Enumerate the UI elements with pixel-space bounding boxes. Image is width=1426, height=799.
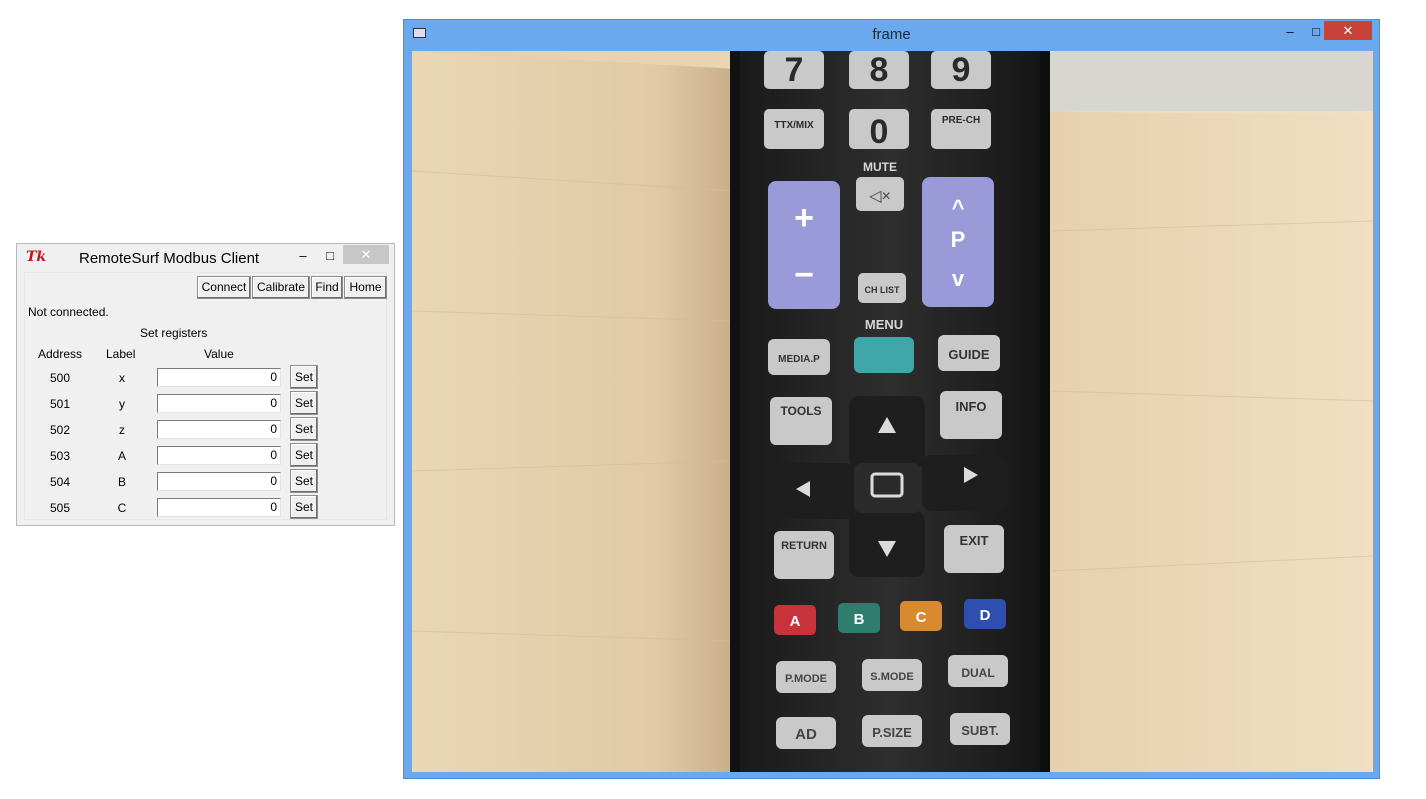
set-button[interactable]: Set (290, 443, 318, 467)
svg-text:^: ^ (952, 195, 965, 220)
register-value-input[interactable]: 0 (157, 368, 281, 387)
minimize-button[interactable]: – (293, 246, 313, 266)
value-header: Value (204, 347, 234, 361)
key-7: 7 (785, 51, 804, 89)
register-label: B (117, 475, 126, 489)
camera-frame: 7 8 9 0 TTX/MIX PRE-CH + − P ^ v MUTE ◁× (412, 51, 1373, 772)
key-ttx: TTX/MIX (774, 120, 814, 131)
window-title: RemoteSurf Modbus Client (79, 250, 260, 267)
key-smode: S.MODE (870, 671, 913, 683)
key-c: C (916, 609, 927, 626)
register-address: 503 (50, 449, 71, 463)
register-row: 502 z 0 Set (25, 417, 386, 443)
set-button[interactable]: Set (290, 391, 318, 415)
frame-title: frame (872, 26, 911, 43)
key-0: 0 (870, 113, 889, 151)
set-button[interactable]: Set (290, 417, 318, 441)
key-ad: AD (795, 726, 817, 743)
minimize-button[interactable]: – (1280, 22, 1300, 42)
register-address: 505 (50, 501, 71, 515)
key-info: INFO (955, 399, 986, 414)
register-address: 504 (50, 475, 71, 489)
close-button[interactable]: ✕ (1324, 21, 1372, 40)
connect-button[interactable]: Connect (197, 276, 251, 299)
mute-label: MUTE (863, 160, 897, 174)
register-value-input[interactable]: 0 (157, 498, 281, 517)
register-label: x (119, 371, 125, 385)
register-row: 505 C 0 Set (25, 495, 386, 521)
tk-logo-icon: Tk (26, 249, 47, 265)
svg-text:+: + (794, 199, 814, 237)
register-label: A (117, 449, 126, 463)
label-header: Label (106, 347, 136, 361)
find-button[interactable]: Find (311, 276, 343, 299)
key-8: 8 (870, 51, 889, 89)
key-d: D (980, 607, 991, 624)
tk-client-area: Connect Calibrate Find Home Not connecte… (24, 272, 387, 520)
calibrate-button[interactable]: Calibrate (252, 276, 310, 299)
key-pmode: P.MODE (785, 673, 827, 685)
register-row: 504 B 0 Set (25, 469, 386, 495)
key-chlist: CH LIST (865, 285, 901, 295)
registers-title: Set registers (140, 326, 208, 340)
key-9: 9 (952, 51, 971, 89)
key-mediap: MEDIA.P (778, 354, 820, 365)
menu-label: MENU (865, 317, 903, 332)
register-address: 502 (50, 423, 71, 437)
connection-status: Not connected. (28, 305, 109, 319)
key-dual: DUAL (961, 666, 994, 680)
key-a: A (790, 613, 801, 630)
set-button[interactable]: Set (290, 469, 318, 493)
frame-window: frame – □ ✕ 7 8 9 0 TTX/MIX PRE-CH + − P… (403, 19, 1380, 779)
register-address: 501 (50, 397, 71, 411)
register-value-input[interactable]: 0 (157, 472, 281, 491)
camera-image: 7 8 9 0 TTX/MIX PRE-CH + − P ^ v MUTE ◁× (412, 51, 1373, 772)
register-address: 500 (50, 371, 71, 385)
register-label: y (119, 397, 125, 411)
set-button[interactable]: Set (290, 495, 318, 519)
key-tools: TOOLS (780, 404, 821, 418)
set-button[interactable]: Set (290, 365, 318, 389)
svg-text:−: − (794, 256, 814, 294)
key-prech: PRE-CH (942, 115, 980, 126)
address-header: Address (38, 347, 83, 361)
tk-titlebar[interactable]: Tk RemoteSurf Modbus Client – □ ✕ (17, 244, 394, 272)
key-return: RETURN (781, 540, 827, 552)
key-exit: EXIT (960, 533, 989, 548)
register-value-input[interactable]: 0 (157, 394, 281, 413)
register-row: 501 y 0 Set (25, 391, 386, 417)
register-value-input[interactable]: 0 (157, 446, 281, 465)
register-row: 503 A 0 Set (25, 443, 386, 469)
register-label: z (119, 423, 125, 437)
register-row: 500 x 0 Set (25, 365, 386, 391)
key-guide: GUIDE (948, 347, 990, 362)
key-psize: P.SIZE (872, 725, 912, 740)
maximize-button[interactable]: □ (320, 246, 340, 266)
maximize-button[interactable]: □ (1306, 22, 1326, 42)
register-value-input[interactable]: 0 (157, 420, 281, 439)
svg-text:◁×: ◁× (868, 188, 891, 205)
tk-window: Tk RemoteSurf Modbus Client – □ ✕ Connec… (16, 243, 395, 526)
register-label: C (117, 501, 127, 515)
key-b: B (854, 611, 865, 628)
close-button[interactable]: ✕ (343, 245, 389, 264)
svg-text:v: v (952, 266, 965, 291)
key-subt: SUBT. (961, 723, 999, 738)
home-button[interactable]: Home (344, 276, 387, 299)
key-p: P (951, 227, 966, 252)
